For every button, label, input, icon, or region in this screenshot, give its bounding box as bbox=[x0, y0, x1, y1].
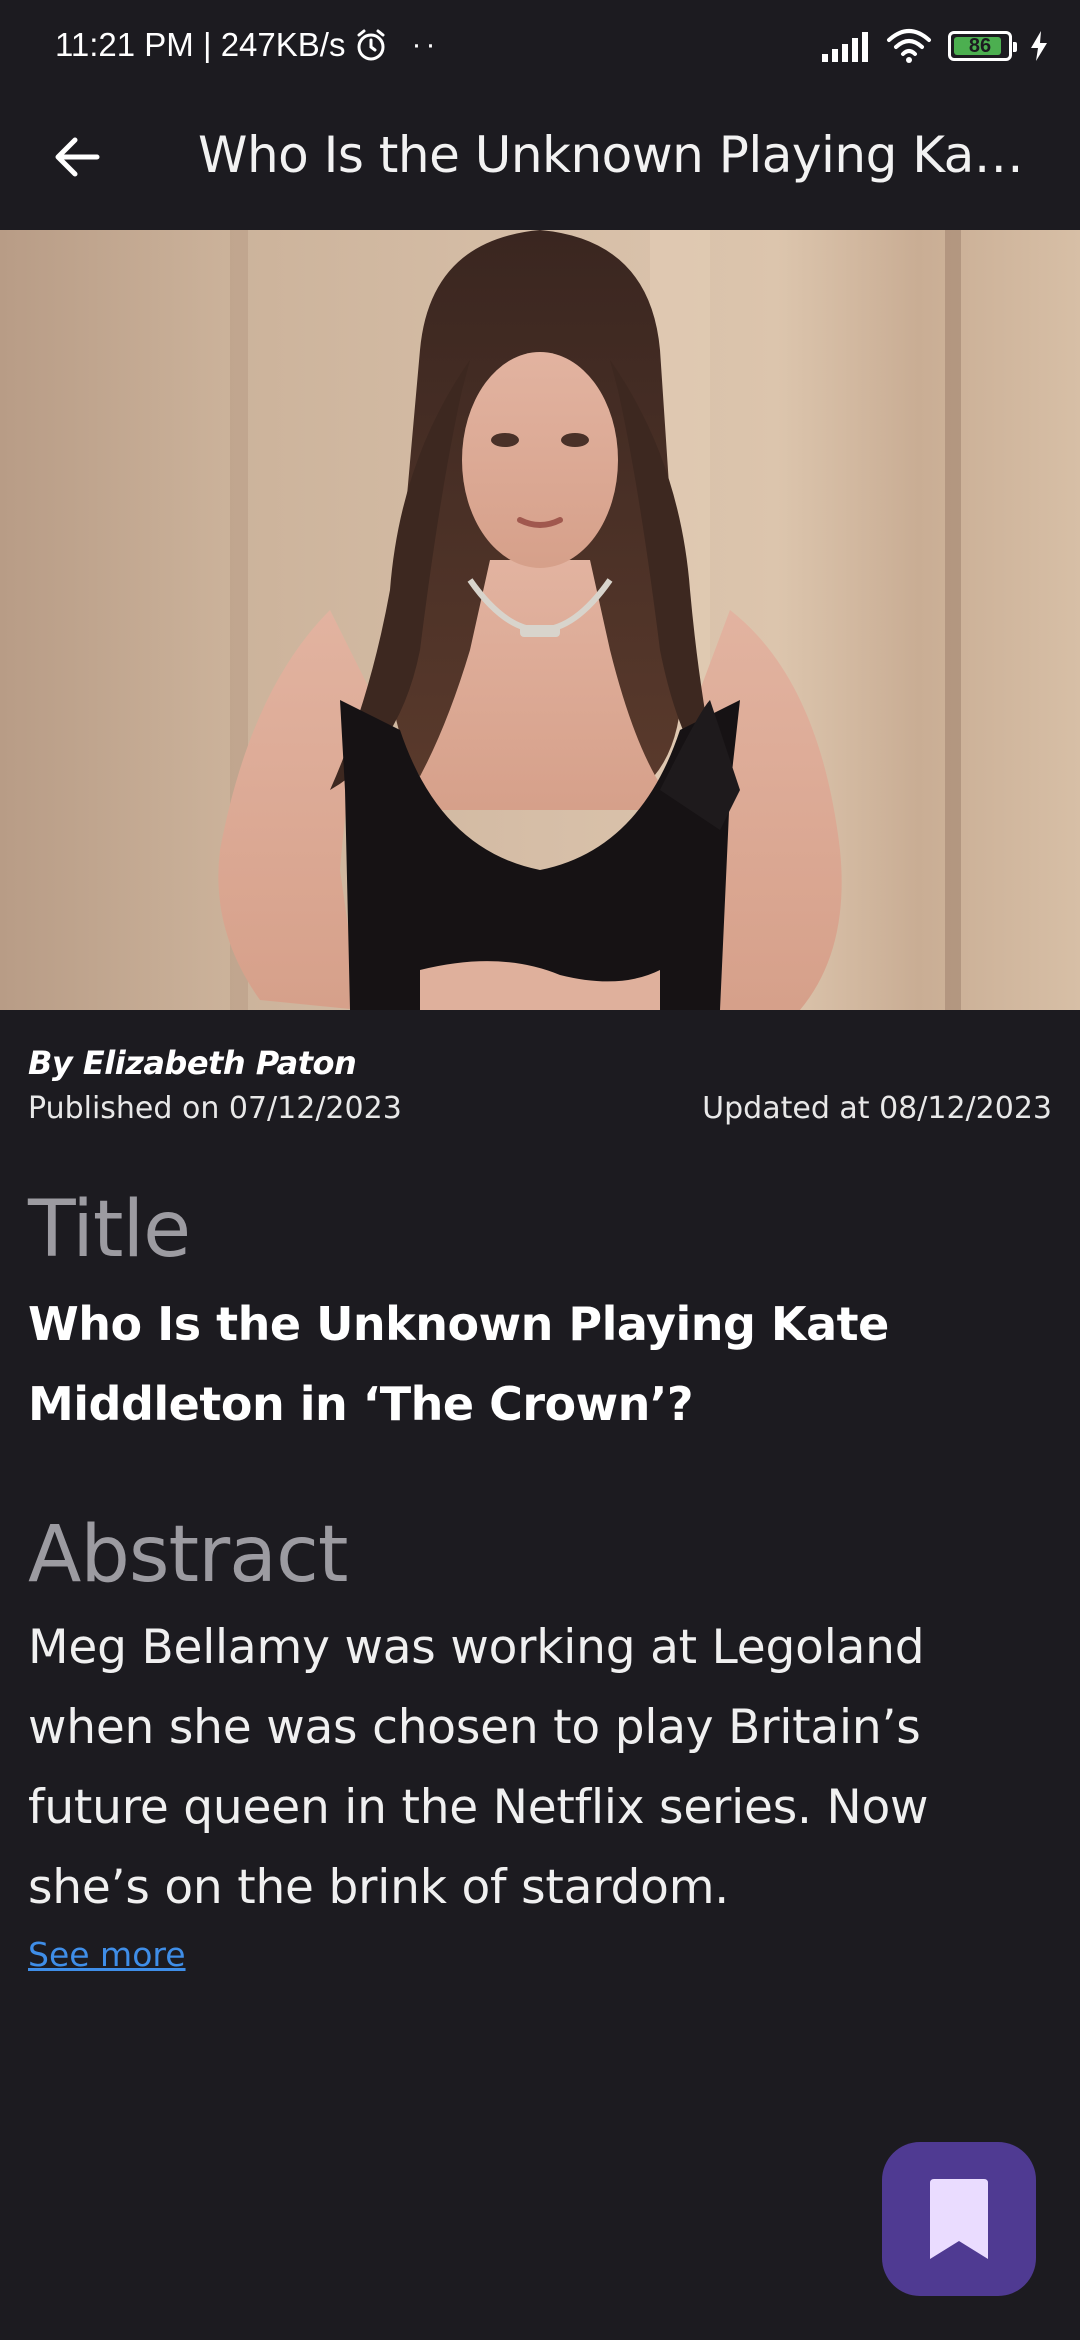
status-dots: ·· bbox=[411, 28, 440, 61]
charging-icon bbox=[1031, 31, 1047, 61]
wifi-icon bbox=[887, 29, 931, 63]
article-hero-image bbox=[0, 230, 1080, 1010]
battery-level: 86 bbox=[968, 34, 992, 57]
article-author: By Elizabeth Paton bbox=[28, 1044, 357, 1082]
arrow-back-icon bbox=[55, 137, 100, 177]
alarm-icon bbox=[357, 29, 385, 61]
article-abstract: Meg Bellamy was working at Legoland when… bbox=[28, 1620, 929, 1915]
battery-icon: 86 bbox=[948, 31, 1017, 61]
published-date: Published on 07/12/2023 bbox=[28, 1091, 402, 1126]
article-meta: By Elizabeth Paton Published on 07/12/20… bbox=[28, 1040, 1052, 1132]
see-more-link[interactable]: See more bbox=[28, 1930, 186, 1980]
status-time-speed: 11:21 PM | 247KB/s bbox=[55, 26, 346, 63]
status-left: 11:21 PM | 247KB/s ·· bbox=[55, 26, 439, 64]
hero-photo bbox=[0, 230, 1080, 1010]
article-title: Who Is the Unknown Playing Kate Middleto… bbox=[28, 1297, 889, 1431]
bookmark-icon bbox=[930, 2179, 988, 2259]
title-label: Title bbox=[28, 1185, 191, 1275]
back-button[interactable] bbox=[44, 124, 110, 190]
app-bar-title: Who Is the Unknown Playing Kate Middleto… bbox=[198, 126, 1038, 184]
status-bar: 11:21 PM | 247KB/s ·· 86 bbox=[0, 0, 1080, 96]
bookmark-button[interactable] bbox=[882, 2142, 1036, 2296]
app-bar: Who Is the Unknown Playing Kate Middleto… bbox=[0, 96, 1080, 230]
status-right: 86 bbox=[820, 28, 1050, 64]
signal-icon bbox=[822, 32, 868, 62]
updated-date: Updated at 08/12/2023 bbox=[702, 1091, 1052, 1126]
abstract-label: Abstract bbox=[28, 1510, 348, 1600]
article-dates: Published on 07/12/2023 Updated at 08/12… bbox=[28, 1086, 1052, 1132]
